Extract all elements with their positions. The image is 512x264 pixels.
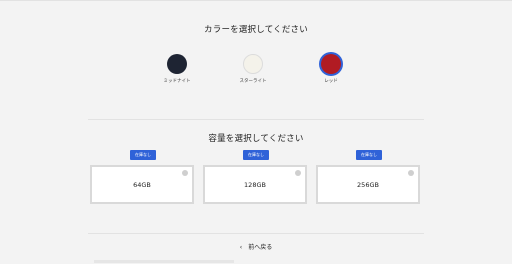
capacity-section-title: 容量を選択してください: [208, 134, 304, 144]
color-option-label: レッド: [324, 79, 338, 84]
capacity-label: 256GB: [357, 180, 379, 189]
capacity-card[interactable]: 128GB: [203, 165, 307, 204]
color-option-midnight[interactable]: ミッドナイト: [137, 54, 217, 84]
color-option-label: ミッドナイト: [163, 79, 191, 84]
section-divider: [88, 233, 424, 234]
top-divider: [0, 0, 512, 1]
radio-icon: [408, 170, 414, 176]
capacity-card[interactable]: 64GB: [90, 165, 194, 204]
capacity-card[interactable]: 256GB: [316, 165, 420, 204]
out-of-stock-badge: 在庫なし: [356, 150, 382, 160]
color-option-label: スターライト: [239, 79, 267, 84]
color-option-red[interactable]: レッド: [291, 54, 371, 84]
chevron-left-icon: ‹: [239, 244, 243, 251]
back-label: 前へ戻る: [248, 244, 273, 251]
radio-icon: [182, 170, 188, 176]
out-of-stock-badge: 在庫なし: [243, 150, 269, 160]
starlight-swatch[interactable]: [243, 54, 263, 74]
capacity-label: 128GB: [244, 180, 266, 189]
footer-text-placeholder: [94, 260, 234, 263]
capacity-label: 64GB: [133, 180, 151, 189]
radio-icon: [295, 170, 301, 176]
color-section-title: カラーを選択してください: [204, 25, 308, 35]
color-option-starlight[interactable]: スターライト: [213, 54, 293, 84]
midnight-swatch[interactable]: [167, 54, 187, 74]
section-divider: [88, 119, 424, 120]
red-swatch[interactable]: [321, 54, 341, 74]
back-link[interactable]: ‹ 前へ戻る: [0, 242, 512, 251]
out-of-stock-badge: 在庫なし: [130, 150, 156, 160]
